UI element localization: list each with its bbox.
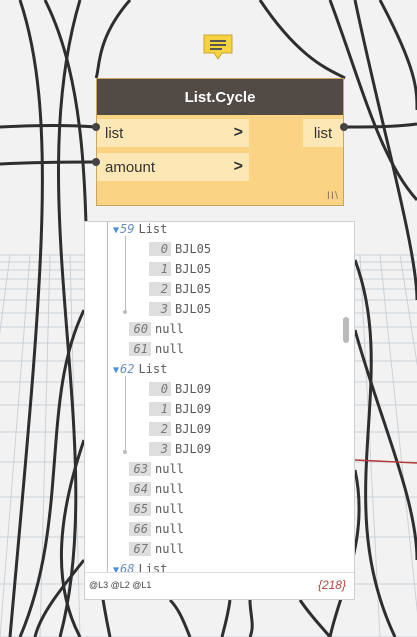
input-port-label: amount [105,158,156,176]
null-item: 61 null [129,340,184,358]
item-index: 64 [129,482,151,496]
item-index: 2 [149,422,171,436]
list-item: 3 BJL05 [149,300,211,318]
input-port-list[interactable]: list > [97,119,249,147]
null-item: 60 null [129,320,184,338]
chevron-right-icon[interactable]: > [234,158,243,176]
preview-footer: @L3 @L2 @L1 {218} [85,572,354,599]
output-port-list[interactable]: list [303,119,343,147]
item-value: null [155,542,184,556]
item-value: BJL05 [175,242,212,256]
output-connector-list[interactable] [340,123,348,131]
chevron-right-icon[interactable]: > [234,124,243,142]
null-item: 66 null [129,520,184,538]
item-index: 1 [149,262,171,276]
item-value: BJL05 [175,262,212,276]
item-index: 66 [129,522,151,536]
list-index: 62 [120,362,135,376]
lacing-indicator[interactable]: II\ [327,190,339,202]
item-value: null [155,322,184,336]
item-value: null [155,482,184,496]
scrollbar-thumb[interactable] [343,317,349,343]
list-node: ▼62 List [113,360,167,378]
output-port-label: list [313,124,333,142]
item-value: BJL05 [175,282,212,296]
null-item: 65 null [129,500,184,518]
list-index: 59 [120,222,135,236]
list-item: 3 BJL09 [149,440,211,458]
list-item: 2 BJL05 [149,280,211,298]
null-item: 64 null [129,480,184,498]
input-connector-amount[interactable] [92,158,100,166]
item-value: BJL09 [175,422,212,436]
item-count: {218} [317,578,346,592]
item-value: BJL09 [175,382,212,396]
item-index: 65 [129,502,151,516]
null-item: 67 null [129,540,184,558]
triangle-down-icon[interactable]: ▼ [113,365,119,376]
triangle-down-icon[interactable]: ▼ [113,225,119,236]
preview-tree[interactable]: ▼59 List 0 BJL05 1 BJL05 2 BJL05 3 BJL05 60 null 61 n… [85,222,354,576]
item-index: 3 [149,442,171,456]
list-cycle-node[interactable]: List.Cycle list > amount > list II\ [96,78,344,206]
item-index: 3 [149,302,171,316]
list-item: 0 BJL05 [149,240,211,258]
list-levels[interactable]: @L3 @L2 @L1 [89,580,151,590]
node-inputs: list > amount > [97,119,249,187]
item-index: 67 [129,542,151,556]
item-index: 63 [129,462,151,476]
tree-guide-line [125,376,126,452]
input-connector-list[interactable] [92,123,100,131]
null-item: 63 null [129,460,184,478]
list-label: List [138,222,168,236]
list-node: ▼59 List [113,222,167,238]
item-value: null [155,342,184,356]
comment-bubble-icon[interactable] [203,34,233,60]
item-index: 0 [149,242,171,256]
item-value: null [155,502,184,516]
node-title[interactable]: List.Cycle [97,79,343,115]
tree-guide-line [125,236,126,312]
item-index: 2 [149,282,171,296]
list-item: 1 BJL09 [149,400,211,418]
tree-guide-end [123,310,127,314]
tree-guide-end [123,450,127,454]
list-item: 2 BJL09 [149,420,211,438]
item-value: BJL05 [175,302,212,316]
list-label: List [138,362,168,376]
tree-guide-line [107,222,108,576]
item-index: 0 [149,382,171,396]
item-index: 1 [149,402,171,416]
item-value: null [155,462,184,476]
item-value: null [155,522,184,536]
item-value: BJL09 [175,442,212,456]
item-value: BJL09 [175,402,212,416]
item-index: 61 [129,342,151,356]
item-index: 60 [129,322,151,336]
input-port-label: list [105,124,124,142]
list-item: 0 BJL09 [149,380,211,398]
input-port-amount[interactable]: amount > [97,153,249,181]
list-item: 1 BJL05 [149,260,211,278]
preview-bubble[interactable]: ▼59 List 0 BJL05 1 BJL05 2 BJL05 3 BJL05 60 null 61 n… [84,221,355,600]
